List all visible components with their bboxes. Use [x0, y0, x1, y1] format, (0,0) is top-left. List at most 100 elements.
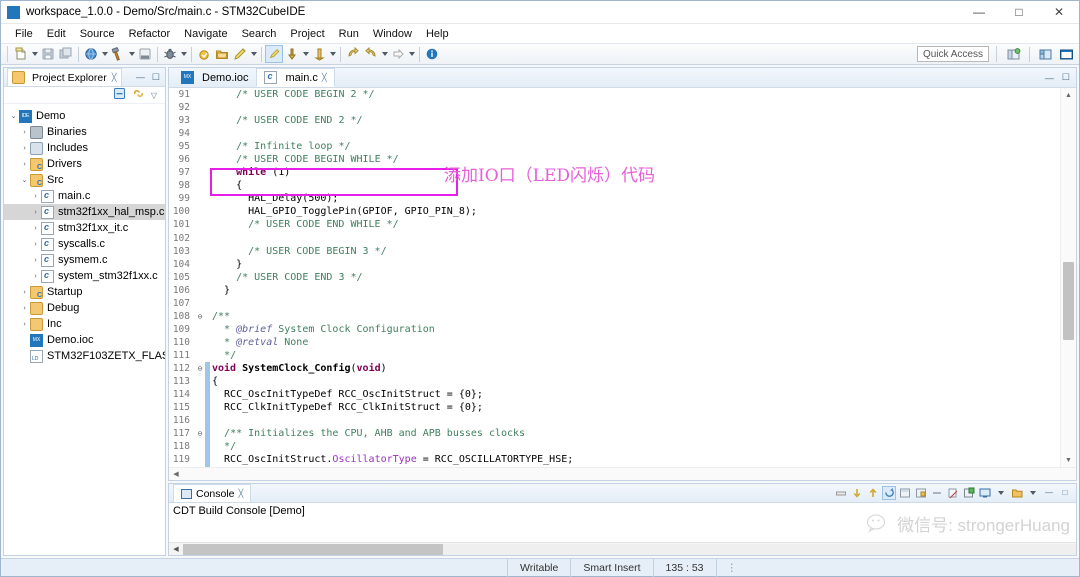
tree-item-sysmem-c[interactable]: › sysmem.c	[4, 252, 165, 268]
debug-bug-icon[interactable]	[161, 45, 179, 63]
forward-icon[interactable]	[362, 45, 380, 63]
twisty-icon[interactable]: ›	[19, 289, 30, 296]
tree-item-src[interactable]: ⌄ Src	[4, 172, 165, 188]
twisty-icon[interactable]: ›	[19, 305, 30, 312]
code-line[interactable]: 117 ⊖ /** Initializes the CPU, AHB and AP…	[169, 427, 1060, 441]
globe-icon[interactable]	[82, 45, 100, 63]
display-dropdown-icon[interactable]	[994, 486, 1008, 500]
tree-item-includes[interactable]: › Includes	[4, 140, 165, 156]
code-line[interactable]: 96 /* USER CODE BEGIN WHILE */	[169, 153, 1060, 166]
editor-horizontal-scrollbar[interactable]: ◀	[169, 467, 1076, 480]
twisty-icon[interactable]: ›	[30, 209, 41, 216]
link-with-editor-icon[interactable]	[132, 87, 145, 103]
code-line[interactable]: 111 */	[169, 349, 1060, 362]
code-line[interactable]: 113 {	[169, 375, 1060, 389]
code-line[interactable]: 91 /* USER CODE BEGIN 2 */	[169, 88, 1060, 101]
pin-icon[interactable]	[283, 45, 301, 63]
fold-marker-icon[interactable]	[195, 466, 205, 467]
back-icon[interactable]	[344, 45, 362, 63]
save-icon[interactable]	[39, 45, 57, 63]
fold-marker-icon[interactable]	[195, 88, 205, 101]
fold-marker-icon[interactable]	[195, 179, 205, 192]
console-body[interactable]: CDT Build Console [Demo] 微信号: strongerHu…	[169, 503, 1076, 542]
run-external-icon[interactable]	[195, 45, 213, 63]
code-line[interactable]: 104 }	[169, 258, 1060, 271]
fold-marker-icon[interactable]: ⊖	[195, 362, 205, 375]
fold-marker-icon[interactable]	[195, 388, 205, 401]
globe-dropdown-icon[interactable]	[100, 45, 109, 63]
scroll-left-arrow-icon[interactable]: ◀	[169, 545, 183, 553]
fold-marker-icon[interactable]	[195, 271, 205, 284]
tree-item-debug[interactable]: › Debug	[4, 300, 165, 316]
save-all-icon[interactable]	[57, 45, 75, 63]
fold-marker-icon[interactable]	[195, 101, 205, 114]
new-console-icon[interactable]	[962, 486, 976, 500]
code-line[interactable]: 116	[169, 414, 1060, 428]
minimize-icon[interactable]: —	[136, 72, 145, 83]
build-dropdown-icon[interactable]	[127, 45, 136, 63]
skip-breakpoints-icon[interactable]	[310, 45, 328, 63]
maximize-icon[interactable]: ☐	[1062, 72, 1070, 83]
fold-marker-icon[interactable]	[195, 323, 205, 336]
fold-marker-icon[interactable]	[195, 336, 205, 349]
new-file-dropdown-icon[interactable]	[30, 45, 39, 63]
menu-item-refactor[interactable]: Refactor	[123, 27, 179, 41]
debug-dropdown-icon[interactable]	[179, 45, 188, 63]
tree-item-main-c[interactable]: › main.c	[4, 188, 165, 204]
fold-marker-icon[interactable]	[195, 453, 205, 466]
menu-item-navigate[interactable]: Navigate	[178, 27, 235, 41]
code-line[interactable]: 92	[169, 101, 1060, 114]
twisty-icon[interactable]: ›	[30, 193, 41, 200]
tree-item-syscalls-c[interactable]: › syscalls.c	[4, 236, 165, 252]
pin-dropdown-icon[interactable]	[301, 45, 310, 63]
menu-item-run[interactable]: Run	[333, 27, 367, 41]
collapse-all-icon[interactable]	[113, 87, 126, 103]
pencil-dropdown-icon[interactable]	[249, 45, 258, 63]
fold-marker-icon[interactable]	[195, 258, 205, 271]
scroll-lock-icon[interactable]	[882, 485, 896, 500]
menu-item-window[interactable]: Window	[367, 27, 420, 41]
tree-item-drivers[interactable]: › Drivers	[4, 156, 165, 172]
minimize-icon[interactable]: —	[1042, 486, 1056, 500]
quick-access-input[interactable]: Quick Access	[916, 46, 989, 62]
tab-demo-ioc[interactable]: Demo.ioc	[173, 68, 256, 87]
code-line[interactable]: 115 RCC_ClkInitTypeDef RCC_ClkInitStruct…	[169, 401, 1060, 415]
fold-marker-icon[interactable]	[195, 375, 205, 388]
code-line[interactable]: 109 * @brief System Clock Configuration	[169, 323, 1060, 336]
scroll-left-arrow-icon[interactable]: ◀	[169, 470, 183, 478]
scroll-down-icon[interactable]	[850, 486, 864, 500]
maximize-icon[interactable]: □	[1058, 486, 1072, 500]
menu-item-source[interactable]: Source	[74, 27, 123, 41]
code-text[interactable]: 91 /* USER CODE BEGIN 2 */92 93 /* USER C…	[169, 88, 1060, 467]
tab-main-c[interactable]: main.c ╳	[256, 68, 335, 87]
editor-vertical-scrollbar[interactable]: ▲ ▼	[1060, 88, 1076, 467]
fold-marker-icon[interactable]	[195, 440, 205, 453]
terminate-icon[interactable]	[834, 486, 848, 500]
code-line[interactable]: 118 */	[169, 440, 1060, 454]
fold-marker-icon[interactable]	[195, 414, 205, 427]
code-line[interactable]: 110 * @retval None	[169, 336, 1060, 349]
remove-icon[interactable]	[930, 486, 944, 500]
console-scroll-thumb[interactable]	[183, 543, 443, 555]
tree-item-stm32f103zetx-flash-ld[interactable]: STM32F103ZETX_FLASH.ld	[4, 348, 165, 364]
twisty-icon[interactable]: ›	[30, 257, 41, 264]
fold-marker-icon[interactable]	[195, 127, 205, 140]
fold-marker-icon[interactable]	[195, 114, 205, 127]
open-console-icon[interactable]	[1010, 486, 1024, 500]
fold-marker-icon[interactable]	[195, 297, 205, 310]
code-line[interactable]: 108 ⊖ /**	[169, 310, 1060, 323]
fold-marker-icon[interactable]	[195, 153, 205, 166]
close-icon[interactable]: ╳	[112, 73, 117, 82]
menu-item-edit[interactable]: Edit	[41, 27, 74, 41]
toolbar-grip[interactable]	[6, 46, 10, 62]
twisty-icon[interactable]: ›	[30, 273, 41, 280]
code-line[interactable]: 99 HAL_Delay(500);	[169, 192, 1060, 205]
perspective-cdt-icon[interactable]	[1058, 46, 1075, 63]
code-line[interactable]: 101 /* USER CODE END WHILE */	[169, 218, 1060, 231]
maximize-button[interactable]: □	[999, 1, 1039, 24]
display-console-icon[interactable]	[978, 486, 992, 500]
tree-item-demo-ioc[interactable]: Demo.ioc	[4, 332, 165, 348]
fold-marker-icon[interactable]	[195, 349, 205, 362]
menu-item-help[interactable]: Help	[420, 27, 457, 41]
perspective-cube-icon[interactable]	[1037, 46, 1054, 63]
